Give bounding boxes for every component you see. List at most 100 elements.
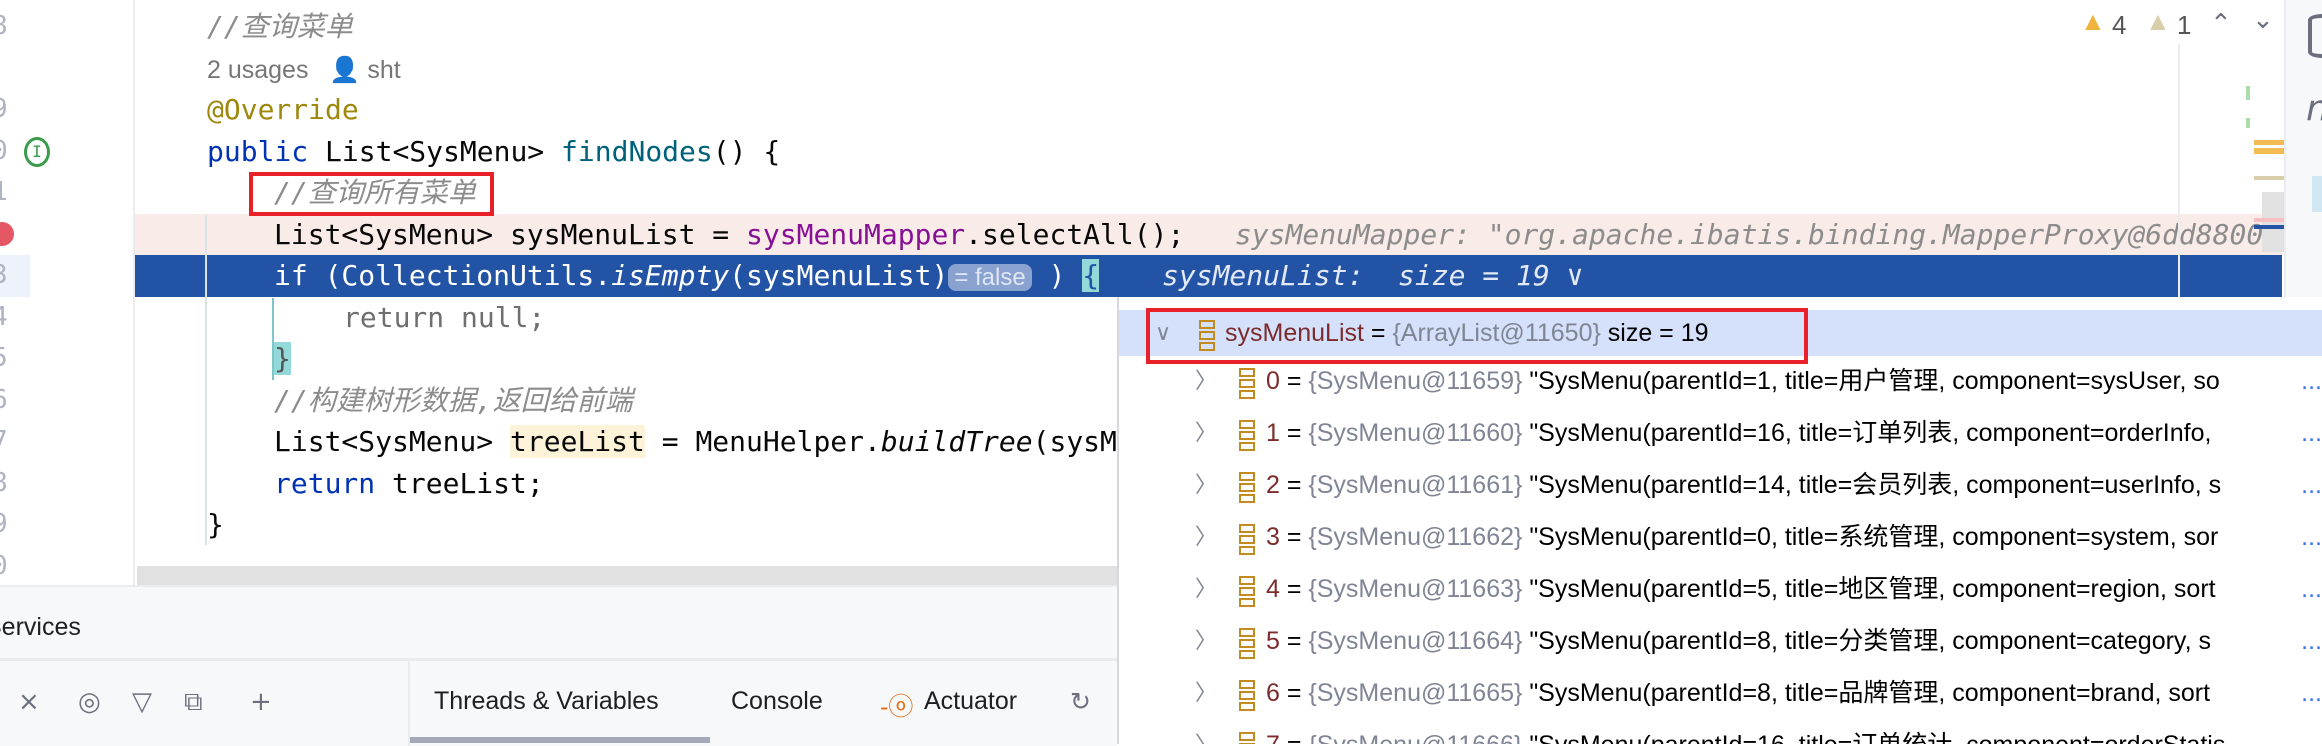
variable-popup-header[interactable]: sysMenuList: size = 19 ∨ xyxy=(1162,255,1583,297)
code-line[interactable]: 2 usages 👤 sht xyxy=(135,48,2282,90)
services-panel: Services ⨯ ◎ ▽ ⧉ + Threads & Variables C… xyxy=(0,585,1117,746)
rerun-icon[interactable]: ↻ xyxy=(1070,687,1091,717)
variable-value: "SysMenu(parentId=5, title=地区管理, compone… xyxy=(1529,575,2216,603)
variable-value: "SysMenu(parentId=16, title=订单统计, compon… xyxy=(1529,731,2225,744)
code-token: return null; xyxy=(343,300,546,334)
variable-index: 6 xyxy=(1266,679,1280,707)
line-number[interactable]: 6 xyxy=(0,380,30,422)
variable-row[interactable]: 〉 5 = {SysMenu@11664} "SysMenu(parentId=8… xyxy=(1119,615,2322,667)
notifications-icon[interactable]: n xyxy=(2306,88,2322,129)
chevron-right-icon[interactable]: 〉 xyxy=(1195,563,1217,615)
line-number[interactable] xyxy=(0,48,30,90)
next-problem-icon[interactable]: ⌄ xyxy=(2252,4,2274,35)
code-line[interactable]: public List<SysMenu> findNodes() { xyxy=(135,131,2282,173)
variable-ref: {SysMenu@11659} xyxy=(1308,367,1523,395)
chevron-right-icon[interactable]: 〉 xyxy=(1195,615,1217,667)
line-number[interactable]: 7 xyxy=(0,421,30,463)
expand-value-link[interactable]: ... xyxy=(2301,563,2322,615)
code-line[interactable]: List<SysMenu> sysMenuList = sysMenuMappe… xyxy=(135,213,2282,255)
variable-row[interactable]: 〉 6 = {SysMenu@11665} "SysMenu(parentId=8… xyxy=(1119,667,2322,719)
variable-row[interactable]: 〉 7 = {SysMenu@11666} "SysMenu(parentId=1… xyxy=(1119,719,2322,744)
line-number[interactable]: 1 xyxy=(0,172,30,214)
line-number[interactable]: 9 xyxy=(0,89,30,131)
expand-value-link[interactable]: ... xyxy=(2301,719,2322,744)
chevron-right-icon[interactable]: 〉 xyxy=(1195,719,1217,744)
variable-value: "SysMenu(parentId=16, title=订单列表, compon… xyxy=(1529,419,2212,447)
line-number[interactable]: 0 xyxy=(0,546,30,588)
code-token: List<SysMenu> xyxy=(274,425,511,458)
warning-count: 4 xyxy=(2112,10,2127,40)
field-icon xyxy=(1239,680,1255,711)
code-line[interactable]: //查询菜单 xyxy=(135,6,2282,48)
variable-ref: {SysMenu@11666} xyxy=(1308,731,1522,744)
field-icon xyxy=(1239,628,1255,659)
code-token: { xyxy=(1082,259,1100,292)
variable-value: "SysMenu(parentId=0, title=系统管理, compone… xyxy=(1529,523,2219,551)
code-token: } xyxy=(274,342,291,375)
line-number[interactable]: 5 xyxy=(0,338,30,380)
binary-icon[interactable] xyxy=(2312,176,2322,212)
line-number[interactable]: 8 xyxy=(0,6,30,48)
filter-icon[interactable]: ▽ xyxy=(132,687,152,717)
code-token: return xyxy=(274,466,376,500)
chevron-right-icon[interactable]: 〉 xyxy=(1195,459,1217,511)
line-number[interactable]: 4 xyxy=(0,297,30,339)
expand-value-link[interactable]: ... xyxy=(2301,667,2322,719)
code-line[interactable]: @Override xyxy=(135,89,2282,131)
variable-row[interactable]: 〉 2 = {SysMenu@11661} "SysMenu(parentId=1… xyxy=(1119,459,2322,511)
field-icon xyxy=(1239,732,1255,744)
panel-title: Services xyxy=(0,613,81,641)
previous-problem-icon[interactable]: ⌃ xyxy=(2210,8,2232,39)
variable-row[interactable]: 〉 1 = {SysMenu@11660} "SysMenu(parentId=1… xyxy=(1119,407,2322,459)
code-token: treeList xyxy=(510,425,645,458)
variables-popup[interactable]: ∨ sysMenuList = {ArrayList@11650} size =… xyxy=(1117,297,2322,744)
indent-guide xyxy=(272,298,274,380)
variable-index: 2 xyxy=(1266,471,1280,499)
add-icon[interactable]: + xyxy=(250,687,272,717)
code-token: isEmpty xyxy=(611,259,730,292)
expand-value-link[interactable]: ... xyxy=(2301,615,2322,667)
expand-value-link[interactable]: ... xyxy=(2301,511,2322,563)
code-token: findNodes xyxy=(561,134,713,168)
variable-value: "SysMenu(parentId=8, title=分类管理, compone… xyxy=(1529,627,2211,655)
expand-value-link[interactable]: ... xyxy=(2301,459,2322,511)
database-icon[interactable] xyxy=(2308,14,2322,58)
tab-actuator[interactable]: Actuator xyxy=(924,687,1017,716)
variable-row[interactable]: 〉 4 = {SysMenu@11663} "SysMenu(parentId=5… xyxy=(1119,563,2322,615)
variable-text: 5 = {SysMenu@11664} "SysMenu(parentId=8,… xyxy=(1266,627,2211,655)
variable-row[interactable]: 〉 3 = {SysMenu@11662} "SysMenu(parentId=0… xyxy=(1119,511,2322,563)
code-token: //构建树形数据,返回给前端 xyxy=(274,383,633,417)
variable-ref: {SysMenu@11660} xyxy=(1308,419,1523,447)
current-execution-line[interactable]: if (CollectionUtils.isEmpty(sysMenuList)… xyxy=(135,255,2282,297)
horizontal-scrollbar[interactable] xyxy=(137,566,1117,585)
field-icon xyxy=(1239,524,1255,555)
implements-method-icon[interactable]: I xyxy=(24,136,50,167)
variable-text: 4 = {SysMenu@11663} "SysMenu(parentId=5,… xyxy=(1266,575,2216,603)
chevron-right-icon[interactable]: 〉 xyxy=(1195,407,1217,459)
line-number[interactable]: 3 xyxy=(0,255,30,297)
eye-icon[interactable]: ◎ xyxy=(78,687,101,717)
variable-text: 3 = {SysMenu@11662} "SysMenu(parentId=0,… xyxy=(1266,523,2219,551)
code-token: sysMenuMapper xyxy=(746,217,966,251)
variable-ref: {SysMenu@11661} xyxy=(1308,471,1523,499)
tab-console[interactable]: Console xyxy=(731,687,823,716)
line-number[interactable]: 8 xyxy=(0,463,30,505)
collapse-all-icon[interactable]: ⨯ xyxy=(18,687,40,717)
chevron-right-icon[interactable]: 〉 xyxy=(1195,667,1217,719)
variable-text: 7 = {SysMenu@11666} "SysMenu(parentId=16… xyxy=(1266,719,2298,744)
new-window-icon[interactable]: ⧉ xyxy=(184,687,203,718)
line-number[interactable]: 9 xyxy=(0,504,30,546)
weak-warning-count: 1 xyxy=(2177,10,2192,40)
variable-text: 2 = {SysMenu@11661} "SysMenu(parentId=14… xyxy=(1266,471,2222,499)
expand-value-link[interactable]: ... xyxy=(2301,407,2322,459)
author-hint[interactable]: sht xyxy=(367,56,400,84)
actuator-icon: -ⓞ xyxy=(880,693,914,721)
code-token: @Override xyxy=(207,93,359,126)
annotation-box-variable xyxy=(1146,308,1808,364)
tab-threads-variables[interactable]: Threads & Variables xyxy=(434,687,659,716)
chevron-right-icon[interactable]: 〉 xyxy=(1195,511,1217,563)
usages-hint[interactable]: 2 usages xyxy=(207,56,308,84)
field-icon xyxy=(1239,576,1255,607)
code-token: List<SysMenu> xyxy=(308,134,562,168)
expand-value-link[interactable]: ... xyxy=(2301,355,2322,407)
